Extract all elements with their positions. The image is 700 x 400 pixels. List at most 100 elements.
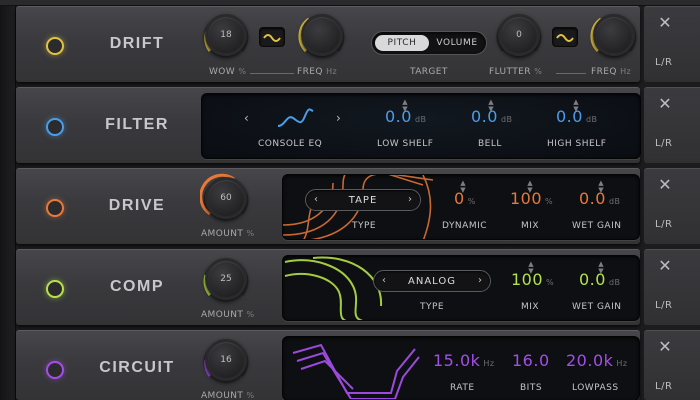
flutter-caption: FLUTTER % [489, 67, 542, 77]
drive-amount-label: AMOUNT [201, 229, 244, 239]
bell-label: BELL [478, 139, 502, 149]
circuit-amount-knob[interactable]: 16 [205, 339, 247, 381]
wow-knob[interactable]: 18 [205, 14, 247, 56]
low-shelf-number: 0.0 [385, 107, 412, 126]
close-icon[interactable]: ✕ [658, 339, 672, 355]
drive-mix-label: MIX [521, 221, 540, 231]
circuit-amount-label: AMOUNT [201, 391, 244, 400]
wow-unit: % [238, 67, 247, 76]
drive-amount-knob[interactable]: 60 [205, 177, 247, 219]
pitch-volume-toggle[interactable]: PITCH VOLUME [371, 31, 487, 55]
freq2-knob[interactable] [593, 14, 635, 56]
sine-wave-icon [263, 34, 281, 42]
high-shelf-label: HIGH SHELF [547, 139, 607, 149]
circuit-display: 15.0k Hz RATE 16.0 BITS 20.0k Hz LOWPASS [282, 336, 640, 400]
wow-value: 18 [220, 30, 232, 40]
filter-preset-prev[interactable]: ‹ [244, 111, 249, 125]
comp-lr-button[interactable]: L/R [655, 300, 672, 311]
left-rack-rail [0, 0, 16, 400]
circuit-amount-value: 16 [220, 355, 232, 365]
filter-preset-name[interactable]: CONSOLE EQ [258, 139, 322, 149]
bell-number: 0.0 [471, 107, 498, 126]
bell-unit: dB [500, 115, 513, 124]
lowpass-value[interactable]: 20.0k Hz [566, 351, 628, 370]
close-icon[interactable]: ✕ [658, 15, 672, 31]
filter-title: FILTER [105, 116, 169, 133]
drift-title: DRIFT [109, 35, 165, 52]
filter-display: ‹ › CONSOLE EQ ▲ ▼ 0.0 dB LOW SHELF ▲ ▼ 0.0… [201, 93, 641, 159]
comp-title: COMP [110, 278, 164, 295]
comp-mix-value[interactable]: 100% [511, 270, 554, 289]
drive-type-next[interactable]: › [408, 194, 412, 205]
dynamic-value[interactable]: 0% [454, 189, 476, 208]
drive-side-controls: ✕ L/R [644, 168, 700, 244]
comp-wet-gain-unit: dB [608, 278, 621, 287]
volume-option[interactable]: VOLUME [430, 35, 484, 51]
comp-power-icon[interactable] [46, 280, 64, 298]
filter-preset-next[interactable]: › [336, 111, 341, 125]
drift-module: DRIFT 18 WOW % FREQ Hz PITCH VOLUME TARG… [16, 6, 640, 82]
close-icon[interactable]: ✕ [658, 258, 672, 274]
comp-wet-gain-label: WET GAIN [572, 302, 622, 312]
drive-type-value: TAPE [348, 195, 378, 206]
drive-wet-gain-number: 0.0 [579, 189, 606, 208]
circuit-title: CIRCUIT [99, 359, 175, 376]
high-shelf-value[interactable]: 0.0 dB [556, 107, 598, 126]
circuit-amount-caption: AMOUNT % [201, 391, 255, 400]
comp-type-label: TYPE [420, 302, 445, 312]
comp-wet-gain-value[interactable]: 0.0 dB [579, 270, 621, 289]
drive-mix-number: 100 [510, 189, 543, 208]
drift-side-controls: ✕ L/R [644, 6, 700, 82]
comp-side-controls: ✕ L/R [644, 249, 700, 325]
freq2-unit: Hz [620, 67, 632, 76]
freq1-knob[interactable] [301, 14, 343, 56]
bits-label: BITS [520, 383, 543, 393]
drift-power-icon[interactable] [46, 37, 64, 55]
wow-caption: WOW % [209, 67, 246, 77]
dynamic-unit: % [467, 197, 476, 206]
filter-lr-button[interactable]: L/R [655, 138, 672, 149]
drive-title: DRIVE [108, 197, 166, 214]
drive-mix-value[interactable]: 100% [510, 189, 553, 208]
high-shelf-number: 0.0 [556, 107, 583, 126]
circuit-lr-button[interactable]: L/R [655, 381, 672, 392]
comp-amount-unit: % [246, 310, 255, 319]
drive-power-icon[interactable] [46, 199, 64, 217]
dynamic-number: 0 [454, 189, 465, 208]
drive-wet-gain-value[interactable]: 0.0 dB [579, 189, 621, 208]
bits-value[interactable]: 16.0 [512, 351, 550, 370]
comp-type-selector[interactable]: ‹ ANALOG › [373, 270, 491, 292]
bell-value[interactable]: 0.0 dB [471, 107, 513, 126]
freq1-caption: FREQ Hz [297, 67, 337, 77]
close-icon[interactable]: ✕ [658, 177, 672, 193]
low-shelf-value[interactable]: 0.0 dB [385, 107, 427, 126]
circuit-module: CIRCUIT 16 AMOUNT % 15.0k Hz RATE 16.0 BI… [16, 330, 640, 400]
drive-amount-value: 60 [220, 193, 232, 203]
filter-side-controls: ✕ L/R [644, 87, 700, 163]
comp-type-value: ANALOG [408, 276, 456, 287]
pitch-option[interactable]: PITCH [375, 35, 429, 51]
flutter-label: FLUTTER [489, 67, 531, 77]
freq1-label: FREQ [297, 67, 323, 77]
circuit-power-icon[interactable] [46, 361, 64, 379]
filter-module: FILTER ‹ › CONSOLE EQ ▲ ▼ 0.0 dB LOW SHELF… [16, 87, 641, 163]
drive-lr-button[interactable]: L/R [655, 219, 672, 230]
drift-wave-button-2[interactable] [552, 27, 578, 47]
comp-amount-caption: AMOUNT % [201, 310, 255, 320]
comp-amount-knob[interactable]: 25 [205, 258, 247, 300]
filter-power-icon[interactable] [46, 118, 64, 136]
flutter-knob[interactable]: 0 [498, 14, 540, 56]
wow-label: WOW [209, 67, 236, 77]
circuit-amount-unit: % [246, 391, 255, 400]
drive-mix-unit: % [545, 197, 554, 206]
comp-type-next[interactable]: › [478, 275, 482, 286]
close-icon[interactable]: ✕ [658, 96, 672, 112]
rate-value[interactable]: 15.0k Hz [433, 351, 495, 370]
drive-type-selector[interactable]: ‹ TAPE › [305, 189, 421, 211]
drive-type-label: TYPE [352, 221, 377, 231]
low-shelf-label: LOW SHELF [377, 139, 434, 149]
drift-wave-button[interactable] [259, 27, 285, 47]
rate-label: RATE [450, 383, 475, 393]
drive-module: DRIVE 60 AMOUNT % ‹ TAPE › TYPE ▲ ▼ 0% D… [16, 168, 640, 244]
drift-lr-button[interactable]: L/R [655, 57, 672, 68]
